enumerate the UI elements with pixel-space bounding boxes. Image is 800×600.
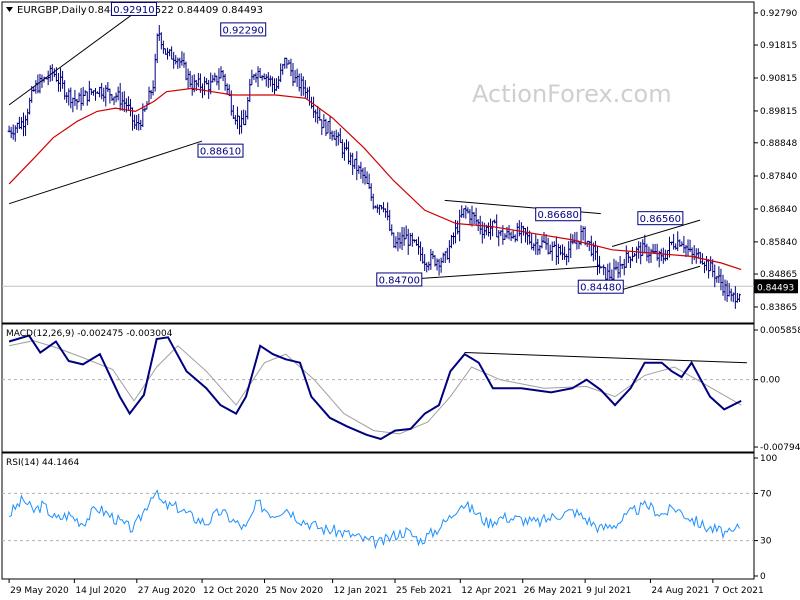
date-axis-label: 12 Apr 2021 bbox=[461, 586, 517, 596]
price-axis-label: 0.83865 bbox=[760, 303, 797, 313]
rsi-axis-label: 30 bbox=[760, 537, 772, 547]
rsi-axis: 100 70 30 0 bbox=[754, 454, 777, 582]
rsi-pane-frame bbox=[1, 452, 755, 580]
date-axis-label: 12 Oct 2020 bbox=[203, 586, 259, 596]
rsi-axis-label: 0 bbox=[760, 572, 766, 582]
price-axis-label: 0.88848 bbox=[760, 139, 797, 149]
price-axis-label: 0.84865 bbox=[760, 270, 797, 280]
date-axis-label: 27 Aug 2020 bbox=[138, 586, 196, 596]
macd-axis-label: -0.007945 bbox=[760, 443, 800, 453]
price-annotation: 0.86560 bbox=[637, 211, 684, 226]
current-price-label: 0.84493 bbox=[757, 283, 794, 293]
rsi-axis-label: 70 bbox=[760, 489, 772, 499]
date-axis-label: 26 May 2021 bbox=[524, 586, 583, 596]
date-axis-label: 24 Aug 2021 bbox=[651, 586, 709, 596]
annotation-label: 0.88610 bbox=[200, 147, 241, 158]
annotation-label: 0.92910 bbox=[113, 5, 154, 16]
price-annotation: 0.92910 bbox=[110, 1, 157, 16]
price-axis-label: 0.87840 bbox=[760, 172, 797, 182]
price-annotation: 0.84480 bbox=[577, 279, 624, 294]
price-annotation: 0.88610 bbox=[197, 143, 244, 158]
date-axis-label: 7 Oct 2021 bbox=[714, 586, 764, 596]
watermark: ActionForex.com bbox=[472, 80, 672, 108]
date-axis-label: 12 Jan 2021 bbox=[334, 586, 388, 596]
macd-axis-label: 0.005858 bbox=[760, 326, 800, 336]
price-axis: 0.92790 0.91815 0.90815 0.89815 0.88848 0.878… bbox=[754, 9, 798, 313]
date-axis-label: 25 Feb 2021 bbox=[396, 586, 452, 596]
annotation-label: 0.84700 bbox=[379, 275, 420, 286]
annotation-label: 0.84480 bbox=[580, 283, 621, 294]
date-axis-label: 14 Jul 2020 bbox=[75, 586, 126, 596]
date-axis: 29 May 2020 14 Jul 2020 27 Aug 2020 12 Oct … bbox=[8, 579, 764, 596]
price-axis-label: 0.86840 bbox=[760, 205, 797, 215]
annotation-label: 0.86680 bbox=[538, 210, 579, 221]
chart-window: ActionForex.com EURGBP,Daily 0.84452 0.8… bbox=[0, 0, 800, 600]
price-annotation: 0.92290 bbox=[220, 22, 267, 37]
macd-axis: 0.005858 0.00 -0.007945 bbox=[754, 326, 800, 453]
rsi-title: RSI(14) 44.1464 bbox=[6, 458, 79, 468]
macd-title: MACD(12,26,9) -0.002475 -0.003004 bbox=[6, 329, 173, 339]
price-annotation: 0.84700 bbox=[376, 272, 423, 287]
annotation-label: 0.86560 bbox=[640, 214, 681, 225]
macd-axis-label: 0.00 bbox=[760, 376, 780, 386]
rsi-axis-label: 100 bbox=[760, 454, 777, 464]
price-annotation: 0.86680 bbox=[535, 207, 582, 222]
price-axis-label: 0.89815 bbox=[760, 107, 797, 117]
symbol-label: EURGBP,Daily bbox=[17, 5, 87, 16]
price-axis-label: 0.91815 bbox=[760, 41, 797, 51]
date-axis-label: 25 Nov 2020 bbox=[265, 586, 323, 596]
annotation-label: 0.92290 bbox=[223, 25, 264, 36]
chart-canvas: ActionForex.com EURGBP,Daily 0.84452 0.8… bbox=[1, 1, 800, 596]
price-axis-label: 0.85840 bbox=[760, 238, 797, 248]
price-axis-label: 0.90815 bbox=[760, 74, 797, 84]
date-axis-label: 29 May 2020 bbox=[10, 586, 69, 596]
date-axis-label: 9 Jul 2021 bbox=[586, 586, 631, 596]
price-axis-label: 0.92790 bbox=[760, 9, 797, 19]
